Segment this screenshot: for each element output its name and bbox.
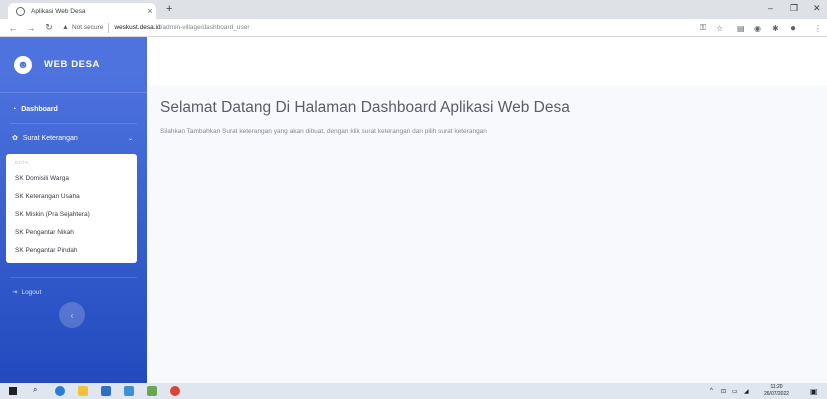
submenu-item-sk-pindah[interactable]: SK Pengantar Pindah <box>6 241 137 259</box>
sidebar-item-surat-keterangan[interactable]: ✿ Surat Keterangan ⌄ <box>0 124 147 152</box>
page-title: Selamat Datang Di Halaman Dashboard Apli… <box>160 99 570 116</box>
reload-icon[interactable]: ↻ <box>44 22 54 33</box>
submenu-item-sk-nikah[interactable]: SK Pengantar Nikah <box>6 223 137 241</box>
puzzle-icon[interactable]: ✱ <box>772 19 779 37</box>
chrome-icon[interactable] <box>170 386 180 396</box>
sidebar-item-logout[interactable]: ⇥ Logout <box>0 282 147 302</box>
clock-time: 11:20 <box>770 384 783 390</box>
sidebar-toggle-button[interactable]: ‹ <box>59 302 85 328</box>
sidebar-item-label: Dashboard <box>21 105 58 113</box>
close-window-button[interactable]: ✕ <box>813 3 821 14</box>
submenu-header: DATA: <box>15 160 31 165</box>
submenu-item-sk-usaha[interactable]: SK Keterangan Usaha <box>6 187 137 205</box>
profile-icon[interactable]: ● <box>790 19 796 37</box>
security-indicator[interactable]: ▲ Not secure <box>62 24 103 31</box>
clock-date: 26/07/2022 <box>764 391 790 397</box>
shield-icon[interactable]: ◉ <box>754 19 761 37</box>
new-tab-button[interactable]: + <box>166 3 172 15</box>
menu-icon[interactable]: ⋮ <box>814 19 822 37</box>
file-explorer-icon[interactable] <box>78 386 88 396</box>
windows-start-icon[interactable] <box>9 387 17 395</box>
globe-icon <box>16 6 25 16</box>
minimize-button[interactable]: – <box>768 3 773 13</box>
search-icon[interactable]: ⌕ <box>33 385 43 395</box>
chevron-down-icon: ⌄ <box>127 135 133 142</box>
submenu-item-sk-domisili[interactable]: SK Domisili Warga <box>6 169 137 187</box>
dashboard-icon: ◔ <box>12 105 17 113</box>
windows-taskbar: ⌕ ^ ⊡ ▭ ◢ 11:20 26/07/2022 ▣ <box>0 383 827 399</box>
address-bar: ← → ↻ ▲ Not secure weskust.desa.id/admin… <box>0 19 827 37</box>
tab-title: Aplikasi Web Desa <box>31 7 86 15</box>
key-icon[interactable]: ⚿ <box>700 19 706 37</box>
photos-icon[interactable] <box>124 386 134 396</box>
browser-tab-bar: Aplikasi Web Desa × + – ❐ ✕ <box>0 0 827 19</box>
address-separator <box>108 22 110 33</box>
taskbar-clock[interactable]: 11:20 26/07/2022 <box>764 384 789 398</box>
network-icon[interactable]: ⊡ <box>721 383 726 399</box>
back-arrow-icon[interactable]: ← <box>8 23 18 33</box>
url-host: weskust.desa.id <box>114 24 161 31</box>
store-icon[interactable] <box>101 386 111 396</box>
tab-close-icon[interactable]: × <box>144 6 156 16</box>
main-content: Selamat Datang Di Halaman Dashboard Apli… <box>147 85 827 383</box>
submenu-item-sk-miskin[interactable]: SK Miskin (Pra Sejahtera) <box>6 205 137 223</box>
submenu-surat-keterangan: DATA: SK Domisili Warga SK Keterangan Us… <box>6 154 137 263</box>
smiley-logo-icon: ☻ <box>14 55 32 74</box>
sidebar-brand[interactable]: ☻ WEB DESA <box>0 37 147 93</box>
tray-chevron-icon[interactable]: ^ <box>710 383 713 399</box>
sidebar-item-label: Surat Keterangan <box>22 134 78 142</box>
forward-arrow-icon[interactable]: → <box>26 23 36 33</box>
security-label: Not secure <box>71 24 104 31</box>
edge-icon[interactable] <box>55 386 65 396</box>
topbar <box>147 37 827 85</box>
page-subtitle: Silahkan Tambahkan Surat keterangan yang… <box>160 128 487 135</box>
star-icon[interactable]: ☆ <box>716 19 723 37</box>
brand-text: WEB DESA <box>44 59 100 70</box>
maximize-button[interactable]: ❐ <box>790 3 798 14</box>
url-field[interactable]: weskust.desa.id/admin-village/dashboard_… <box>114 24 249 31</box>
notification-icon[interactable]: ▣ <box>810 383 818 399</box>
warning-icon: ▲ <box>62 24 69 31</box>
sidebar-item-label: Logout <box>21 288 42 296</box>
sidebar-item-dashboard[interactable]: ◔ Dashboard <box>0 95 147 123</box>
wifi-icon[interactable]: ◢ <box>744 383 749 399</box>
browser-tab[interactable]: Aplikasi Web Desa × <box>8 3 156 19</box>
url-path: /admin-village/dashboard_user <box>160 24 250 31</box>
battery-icon[interactable]: ▭ <box>732 383 738 399</box>
sidebar-divider <box>10 277 137 278</box>
chevron-left-icon: ‹ <box>70 310 74 320</box>
extension-icon[interactable]: ▤ <box>737 19 745 37</box>
paint-icon[interactable] <box>147 386 157 396</box>
sidebar: ☻ WEB DESA ◔ Dashboard ✿ Surat Keteranga… <box>0 37 147 383</box>
logout-icon: ⇥ <box>12 289 18 296</box>
gear-icon: ✿ <box>12 135 18 142</box>
